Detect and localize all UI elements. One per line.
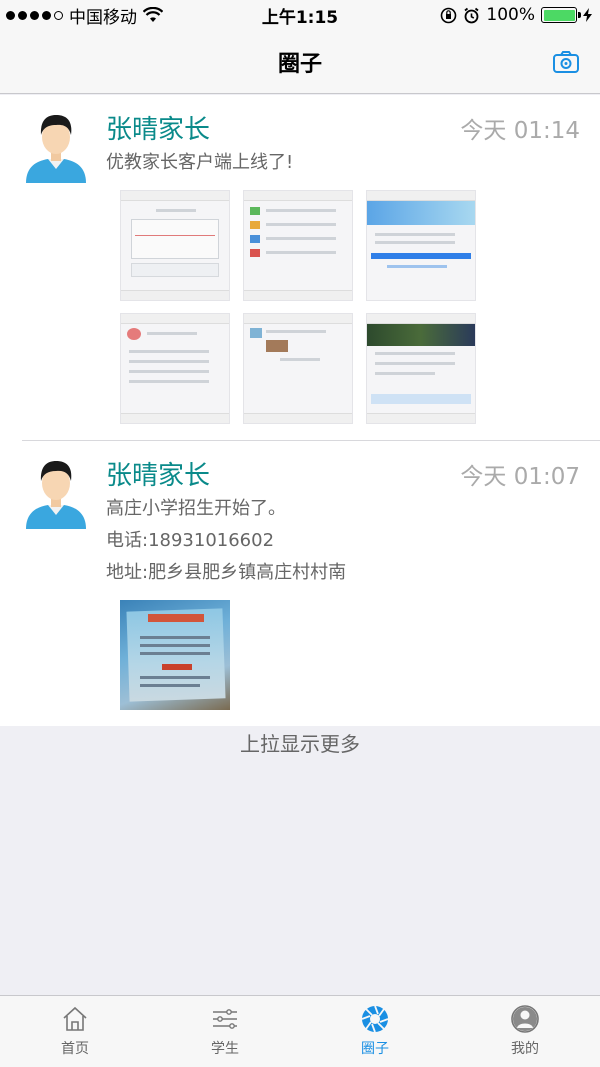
tab-circle[interactable]: 圈子 — [300, 996, 450, 1067]
status-bar: 中国移动 上午1:15 100% — [0, 0, 600, 30]
post-image[interactable] — [120, 313, 230, 424]
load-more-hint[interactable]: 上拉显示更多 — [0, 712, 600, 757]
page-title: 圈子 — [277, 51, 322, 77]
tab-me[interactable]: 我的 — [450, 996, 600, 1067]
home-icon — [63, 1006, 87, 1031]
user-icon — [511, 1005, 539, 1033]
aperture-icon — [361, 1005, 389, 1033]
tab-students[interactable]: 学生 — [150, 996, 300, 1067]
post-phone: 电话:18931016602 — [106, 530, 275, 551]
post-author[interactable]: 张晴家长 — [106, 455, 210, 492]
charging-icon — [583, 8, 592, 22]
post-text: 优教家长客户端上线了! — [106, 152, 294, 173]
post-time: 今天 01:07 — [460, 464, 580, 490]
carrier-label: 中国移动 — [69, 7, 137, 28]
post-text: 高庄小学招生开始了。 — [106, 498, 286, 519]
camera-icon[interactable] — [552, 48, 580, 76]
nav-bar: 圈子 — [0, 30, 600, 94]
post-image[interactable] — [120, 600, 230, 710]
avatar[interactable] — [24, 455, 88, 529]
tab-bar: 首页 学生 圈子 我的 — [0, 995, 600, 1067]
signal-icon — [6, 10, 63, 20]
feed-post: 张晴家长 今天 01:07 高庄小学招生开始了。 电话:18931016602 … — [22, 441, 600, 726]
post-image[interactable] — [243, 190, 353, 301]
post-image[interactable] — [366, 313, 476, 424]
battery-percent: 100% — [486, 5, 535, 25]
tab-label: 首页 — [61, 1041, 89, 1057]
wifi-icon — [143, 7, 163, 22]
post-image[interactable] — [366, 190, 476, 301]
post-image[interactable] — [243, 313, 353, 424]
feed-list: 张晴家长 今天 01:14 优教家长客户端上线了! 张晴家长 今天 01:07 … — [0, 95, 600, 726]
sliders-icon — [213, 1009, 237, 1029]
tab-label: 我的 — [511, 1041, 539, 1057]
post-time: 今天 01:14 — [460, 118, 580, 144]
alarm-icon — [464, 7, 479, 23]
feed-post: 张晴家长 今天 01:14 优教家长客户端上线了! — [22, 95, 600, 441]
post-image[interactable] — [120, 190, 230, 301]
tab-label: 圈子 — [361, 1041, 389, 1057]
tab-label: 学生 — [211, 1041, 239, 1057]
avatar[interactable] — [24, 109, 88, 183]
battery-icon — [541, 7, 581, 23]
tab-home[interactable]: 首页 — [0, 996, 150, 1067]
post-author[interactable]: 张晴家长 — [106, 109, 210, 146]
post-image-grid — [120, 190, 580, 424]
post-address: 地址:肥乡县肥乡镇高庄村村南 — [106, 562, 347, 583]
orientation-lock-icon — [441, 7, 457, 23]
